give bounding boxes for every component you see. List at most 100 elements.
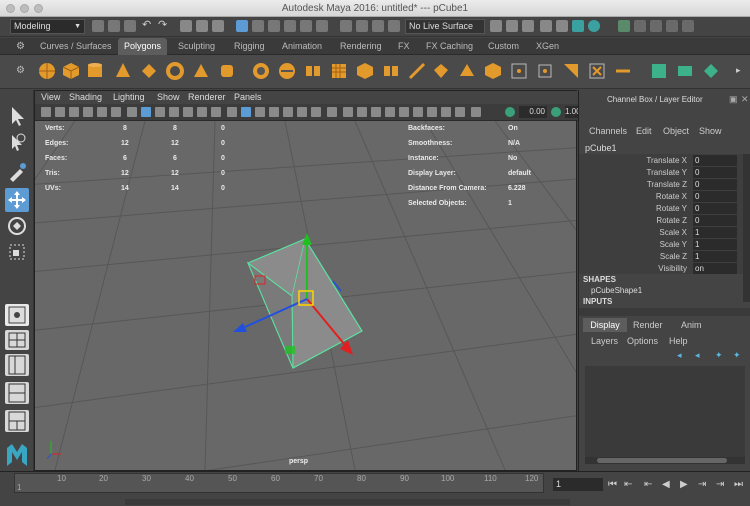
move-layer-up-icon[interactable]: ◂ bbox=[677, 350, 682, 361]
attribute-editor-toggle-icon[interactable] bbox=[634, 20, 646, 32]
poly-torus-icon[interactable] bbox=[166, 62, 184, 80]
channel-value-field[interactable]: 0 bbox=[693, 155, 737, 166]
channel-box-menu-object[interactable]: Object bbox=[663, 126, 689, 136]
exposure-field[interactable]: 0.00 bbox=[519, 106, 547, 118]
exposure-icon[interactable] bbox=[455, 107, 465, 117]
four-view-layout-button[interactable] bbox=[5, 330, 29, 350]
poly-sphere-icon[interactable] bbox=[38, 62, 56, 80]
lasso-tool-button[interactable] bbox=[5, 132, 29, 156]
snap-curve-icon[interactable] bbox=[268, 20, 280, 32]
render-current-frame-icon[interactable] bbox=[540, 20, 552, 32]
safe-title-icon[interactable] bbox=[427, 107, 437, 117]
undo-icon[interactable]: ↶ bbox=[142, 20, 154, 32]
time-slider[interactable]: 10 20 30 40 50 60 70 80 90 100 110 120 1… bbox=[0, 471, 750, 506]
viewport-menu-show[interactable]: Show bbox=[157, 91, 180, 104]
outliner-toggle-icon[interactable] bbox=[650, 20, 662, 32]
channel-rotate-z[interactable]: Rotate Z 0 bbox=[579, 215, 743, 227]
step-forward-key-icon[interactable]: ⇥ bbox=[716, 480, 726, 490]
gamma-toggle-icon[interactable] bbox=[551, 107, 561, 117]
channel-value-field[interactable]: 0 bbox=[693, 167, 737, 178]
construction-history-icon[interactable] bbox=[356, 20, 368, 32]
channel-value-field[interactable]: 1 bbox=[693, 227, 737, 238]
tab-fx-caching[interactable]: FX Caching bbox=[420, 38, 479, 55]
close-window-button[interactable] bbox=[6, 4, 15, 13]
tab-rendering[interactable]: Rendering bbox=[334, 38, 388, 55]
extrude-icon[interactable] bbox=[484, 62, 502, 80]
tab-sculpting[interactable]: Sculpting bbox=[172, 38, 221, 55]
zoom-window-button[interactable] bbox=[34, 4, 43, 13]
camera-attributes-icon[interactable] bbox=[41, 107, 51, 117]
ipr-render-icon[interactable] bbox=[388, 20, 400, 32]
shelf-scroll-icon[interactable]: ▸ bbox=[736, 65, 741, 76]
go-to-end-icon[interactable]: ⏭ bbox=[734, 480, 744, 490]
quad-draw-icon[interactable] bbox=[588, 62, 606, 80]
tab-rigging[interactable]: Rigging bbox=[228, 38, 271, 55]
grid-toggle-icon[interactable] bbox=[127, 107, 137, 117]
depth-of-field-icon[interactable] bbox=[311, 107, 321, 117]
persp-hypershade-layout-button[interactable] bbox=[5, 410, 29, 432]
grease-pencil-icon[interactable] bbox=[111, 107, 121, 117]
x-ray-icon[interactable] bbox=[241, 107, 251, 117]
motion-blur-icon[interactable] bbox=[283, 107, 293, 117]
snap-view-icon[interactable] bbox=[300, 20, 312, 32]
planar-mapping-icon[interactable] bbox=[676, 62, 694, 80]
step-back-key-icon[interactable]: ⇤ bbox=[624, 480, 634, 490]
step-forward-frame-icon[interactable]: ⇥ bbox=[698, 480, 708, 490]
poly-plane-icon[interactable] bbox=[140, 62, 158, 80]
automatic-mapping-icon[interactable] bbox=[702, 62, 720, 80]
new-scene-icon[interactable] bbox=[92, 20, 104, 32]
viewport-menu-view[interactable]: View bbox=[41, 91, 60, 104]
channel-translate-z[interactable]: Translate Z 0 bbox=[579, 179, 743, 191]
channel-box-menu-edit[interactable]: Edit bbox=[636, 126, 652, 136]
modeling-toolkit-icon[interactable] bbox=[588, 20, 600, 32]
rotate-tool-button[interactable] bbox=[5, 214, 29, 238]
save-scene-icon[interactable] bbox=[124, 20, 136, 32]
select-tool-button[interactable] bbox=[5, 104, 29, 128]
step-back-frame-icon[interactable]: ⇤ bbox=[644, 480, 654, 490]
snap-grid-icon[interactable] bbox=[252, 20, 264, 32]
channel-translate-y[interactable]: Translate Y 0 bbox=[579, 167, 743, 179]
wireframe-on-shaded-icon[interactable] bbox=[169, 107, 179, 117]
film-gate-icon[interactable] bbox=[357, 107, 367, 117]
hypershade-icon[interactable] bbox=[522, 20, 534, 32]
select-hierarchy-icon[interactable] bbox=[180, 20, 192, 32]
timeline-track[interactable]: 10 20 30 40 50 60 70 80 90 100 110 120 1 bbox=[14, 473, 544, 493]
shelf-menu-gear-icon[interactable]: ⚙ bbox=[16, 65, 25, 76]
viewport-menu-renderer[interactable]: Renderer bbox=[188, 91, 226, 104]
bookmark-icon[interactable] bbox=[69, 107, 79, 117]
gear-icon[interactable]: ⚙ bbox=[16, 41, 25, 52]
viewport-menu-lighting[interactable]: Lighting bbox=[113, 91, 145, 104]
channel-visibility[interactable]: Visibility on bbox=[579, 263, 743, 275]
persp-graph-layout-button[interactable] bbox=[5, 382, 29, 404]
poly-pyramid-icon[interactable] bbox=[192, 62, 210, 80]
close-panel-icon[interactable]: ✕ bbox=[741, 94, 749, 105]
layer-editor-toggle-icon[interactable] bbox=[682, 20, 694, 32]
tab-xgen[interactable]: XGen bbox=[530, 38, 565, 55]
shape-name[interactable]: pCubeShape1 bbox=[591, 286, 642, 295]
move-layer-down-icon[interactable]: ◂ bbox=[695, 350, 700, 361]
separate-icon[interactable] bbox=[278, 62, 296, 80]
tab-polygons[interactable]: Polygons bbox=[118, 38, 168, 55]
poly-cone-icon[interactable] bbox=[114, 62, 132, 80]
bridge-icon[interactable] bbox=[458, 62, 476, 80]
channel-value-field[interactable]: 0 bbox=[693, 179, 737, 190]
fill-hole-icon[interactable] bbox=[536, 62, 554, 80]
resolution-gate-icon[interactable] bbox=[371, 107, 381, 117]
append-to-polygon-icon[interactable] bbox=[510, 62, 528, 80]
extract-icon[interactable] bbox=[304, 62, 322, 80]
tab-custom[interactable]: Custom bbox=[482, 38, 525, 55]
shadows-icon[interactable] bbox=[211, 107, 221, 117]
isolate-select-icon[interactable] bbox=[327, 107, 337, 117]
snap-surface-icon[interactable] bbox=[316, 20, 328, 32]
show-hide-tool-settings-icon[interactable] bbox=[572, 20, 584, 32]
channel-rotate-y[interactable]: Rotate Y 0 bbox=[579, 203, 743, 215]
render-view-icon[interactable] bbox=[490, 20, 502, 32]
channel-scale-y[interactable]: Scale Y 1 bbox=[579, 239, 743, 251]
horizontal-splitter[interactable] bbox=[579, 308, 750, 316]
viewport-menu-shading[interactable]: Shading bbox=[69, 91, 102, 104]
x-ray-joints-icon[interactable] bbox=[255, 107, 265, 117]
float-panel-icon[interactable]: ▣ bbox=[729, 94, 738, 105]
viewport-menu-panels[interactable]: Panels bbox=[234, 91, 262, 104]
poly-pipe-icon[interactable] bbox=[218, 62, 236, 80]
merge-icon[interactable] bbox=[562, 62, 580, 80]
